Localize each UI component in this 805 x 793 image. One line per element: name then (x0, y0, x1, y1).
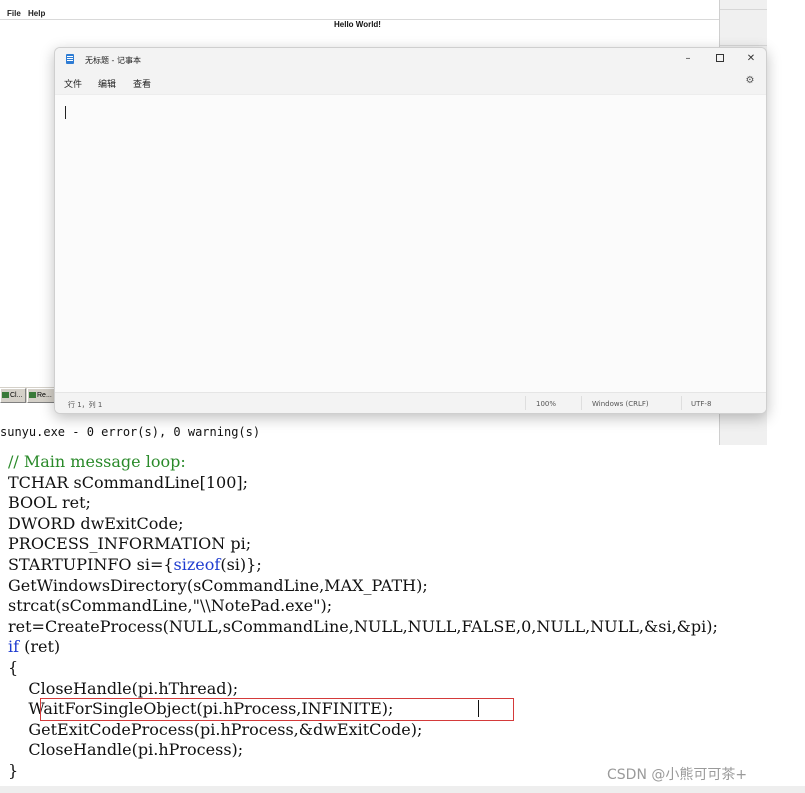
notepad-editor[interactable] (55, 94, 766, 393)
menu-view[interactable]: 查看 (133, 77, 151, 90)
taskbar-button-label: Cl... (10, 392, 23, 399)
code-line: // Main message loop: (8, 452, 718, 473)
code-line: GetExitCodeProcess(pi.hProcess,&dwExitCo… (8, 720, 718, 741)
panel-divider (720, 9, 767, 10)
menu-help[interactable]: Help (28, 9, 45, 18)
status-divider (525, 396, 526, 410)
code-text: (ret) (19, 637, 61, 657)
code-text: STARTUPINFO si={ (8, 554, 174, 574)
class-view-icon (2, 392, 9, 399)
menu-edit[interactable]: 编辑 (98, 77, 116, 90)
status-encoding: UTF-8 (691, 400, 712, 408)
status-divider (581, 396, 582, 410)
code-text: strcat(sCommandLine,"\\NotePad.exe"); (8, 596, 333, 616)
taskbar-button-label: Re... (37, 392, 52, 399)
code-text: TCHAR sCommandLine[100]; (8, 472, 248, 492)
status-line-endings: Windows (CRLF) (592, 400, 649, 408)
panel-divider (720, 45, 767, 46)
code-text: CloseHandle(pi.hThread); (8, 678, 239, 698)
taskbar: Cl... Re... (0, 386, 56, 403)
hello-world-text: Hello World! (334, 20, 381, 29)
code-line: strcat(sCommandLine,"\\NotePad.exe"); (8, 596, 718, 617)
code-line: STARTUPINFO si={sizeof(si)}; (8, 555, 718, 576)
bottom-bar (0, 786, 805, 793)
notepad-icon (66, 54, 74, 64)
code-line: DWORD dwExitCode; (8, 514, 718, 535)
menu-file[interactable]: File (7, 9, 21, 18)
status-divider (681, 396, 682, 410)
code-line: ret=CreateProcess(NULL,sCommandLine,NULL… (8, 617, 718, 638)
text-caret (65, 106, 66, 119)
status-cursor-position: 行 1，列 1 (68, 401, 103, 409)
code-keyword: if (8, 637, 20, 657)
code-line: PROCESS_INFORMATION pi; (8, 534, 718, 555)
menu-file[interactable]: 文件 (64, 77, 82, 90)
taskbar-button-class-view[interactable]: Cl... (0, 388, 26, 403)
notepad-statusbar: 行 1，列 1 100% Windows (CRLF) UTF-8 (55, 392, 766, 413)
code-line: CloseHandle(pi.hProcess); (8, 740, 718, 761)
code-text: } (8, 760, 19, 780)
maximize-icon (716, 54, 724, 62)
code-text: PROCESS_INFORMATION pi; (8, 534, 252, 554)
minimize-button[interactable]: – (673, 50, 703, 68)
code-text: CloseHandle(pi.hProcess); (8, 740, 244, 760)
code-listing: // Main message loop: TCHAR sCommandLine[… (8, 452, 718, 782)
taskbar-button-resource-view[interactable]: Re... (27, 388, 56, 403)
code-line: GetWindowsDirectory(sCommandLine,MAX_PAT… (8, 576, 718, 597)
code-line: if (ret) (8, 637, 718, 658)
notepad-window: 无标题 - 记事本 – ✕ 文件 编辑 查看 ⚙ 行 1，列 1 100% Wi… (54, 47, 767, 414)
build-output-line: sunyu.exe - 0 error(s), 0 warning(s) (0, 425, 261, 439)
code-keyword: sizeof (173, 554, 221, 574)
resource-view-icon (29, 392, 36, 399)
gear-icon[interactable]: ⚙ (745, 76, 755, 86)
notepad-menubar: 文件 编辑 查看 ⚙ (55, 72, 766, 94)
code-text: DWORD dwExitCode; (8, 513, 184, 533)
code-text: BOOL ret; (8, 493, 91, 513)
code-text: { (8, 657, 19, 677)
close-button[interactable]: ✕ (736, 50, 766, 68)
notepad-titlebar[interactable]: 无标题 - 记事本 – ✕ (55, 48, 766, 72)
watermark: CSDN @小熊可可茶+ (607, 767, 748, 783)
code-line: TCHAR sCommandLine[100]; (8, 473, 718, 494)
status-zoom: 100% (536, 400, 557, 408)
code-line: CloseHandle(pi.hThread); (8, 679, 718, 700)
code-text: ret=CreateProcess(NULL,sCommandLine,NULL… (8, 616, 718, 636)
notepad-title: 无标题 - 记事本 (85, 56, 141, 65)
code-line: { (8, 658, 718, 679)
code-text: GetWindowsDirectory(sCommandLine,MAX_PAT… (8, 575, 428, 595)
code-text: GetExitCodeProcess(pi.hProcess,&dwExitCo… (8, 719, 423, 739)
code-comment: // Main message loop: (8, 452, 186, 471)
maximize-button[interactable] (705, 50, 735, 68)
highlight-box (40, 698, 514, 721)
text-caret (478, 700, 479, 717)
code-text: (si)}; (220, 554, 262, 574)
code-line: BOOL ret; (8, 493, 718, 514)
